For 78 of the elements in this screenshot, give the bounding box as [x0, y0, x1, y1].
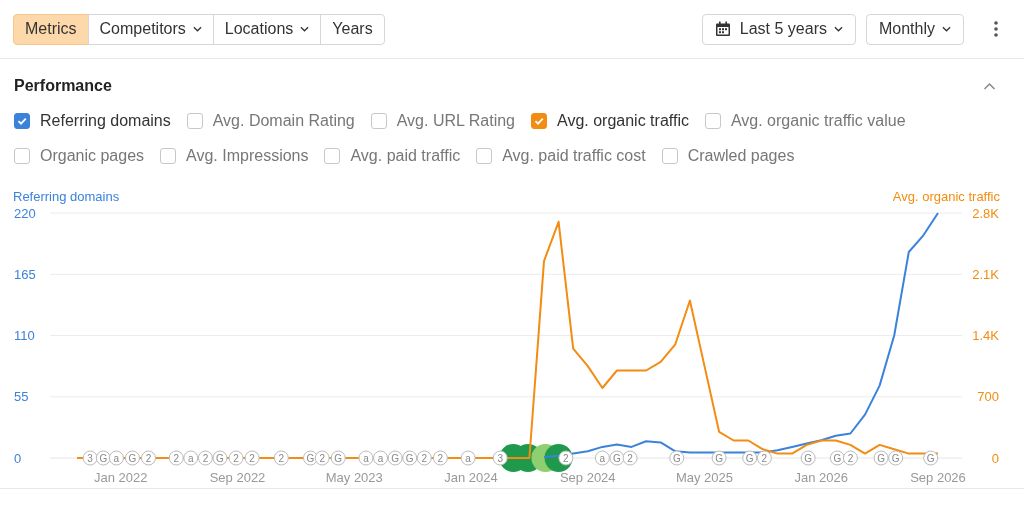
- check-icon: [533, 115, 545, 127]
- axis-tick-label: 55: [14, 389, 29, 405]
- metric-checkbox[interactable]: Avg. Impressions: [160, 147, 309, 165]
- metric-checkbox[interactable]: Avg. paid traffic: [324, 147, 461, 165]
- axis-tick-label: 0: [991, 450, 999, 466]
- metric-checkbox[interactable]: Avg. paid traffic cost: [476, 147, 646, 165]
- axis-tick-label: 2.1K: [972, 266, 999, 282]
- axis-tick-label: 700: [977, 389, 999, 405]
- segment-tab[interactable]: Locations: [212, 13, 322, 45]
- annotation-marker[interactable]: 2: [141, 450, 156, 466]
- calendar-icon: [714, 21, 731, 37]
- metric-checkbox[interactable]: Avg. Domain Rating: [186, 112, 355, 130]
- axis-title: Referring domains: [13, 189, 120, 204]
- axis-tick-label: 220: [14, 205, 36, 221]
- caret-icon: [942, 26, 951, 32]
- annotation-marker[interactable]: 3: [492, 450, 508, 466]
- annotation-marker[interactable]: 2: [842, 450, 858, 466]
- annotation-marker[interactable]: G: [330, 450, 346, 466]
- annotation-marker[interactable]: G: [124, 450, 140, 466]
- axis-tick-label: Jan 2022: [94, 470, 148, 485]
- axis-title: Avg. organic traffic: [892, 189, 1000, 204]
- annotation-marker[interactable]: G: [873, 450, 889, 466]
- annotation-marker[interactable]: G: [387, 450, 403, 466]
- annotation-marker[interactable]: 2: [197, 450, 213, 466]
- annotation-marker[interactable]: a: [460, 450, 476, 466]
- annotation-marker[interactable]: 2: [622, 450, 638, 466]
- axis-tick-label: 165: [14, 266, 36, 282]
- metric-checkbox[interactable]: Organic pages: [14, 147, 145, 165]
- annotation-marker[interactable]: a: [373, 450, 389, 466]
- annotation-marker[interactable]: a: [594, 450, 610, 466]
- annotation-marker[interactable]: a: [183, 450, 199, 466]
- axis-tick-label: Jan 2026: [794, 470, 848, 485]
- annotation-marker[interactable]: G: [800, 450, 816, 466]
- annotation-marker[interactable]: G: [923, 450, 939, 466]
- annotation-marker[interactable]: G: [609, 450, 625, 466]
- interval-dropdown[interactable]: Monthly: [865, 13, 964, 45]
- annotation-marker[interactable]: 2: [228, 450, 244, 466]
- annotation-marker[interactable]: 2: [558, 450, 574, 466]
- axis-tick-label: Jan 2024: [444, 470, 498, 485]
- annotation-marker[interactable]: 2: [314, 450, 330, 466]
- metric-checkbox[interactable]: Avg. URL Rating: [370, 112, 515, 130]
- section-title: Performance: [14, 77, 112, 95]
- metric-checkbox[interactable]: Referring domains: [14, 112, 171, 130]
- annotation-marker[interactable]: a: [358, 450, 374, 466]
- chevron-icon[interactable]: [983, 82, 996, 90]
- metric-checkbox[interactable]: Avg. organic traffic value: [704, 112, 906, 130]
- annotation-marker[interactable]: G: [742, 450, 758, 466]
- date-range-dropdown[interactable]: Last 5 years: [701, 13, 856, 45]
- axis-tick-label: 0: [14, 450, 22, 466]
- annotation-marker[interactable]: G: [888, 450, 904, 466]
- axis-tick-label: Sep 2024: [559, 470, 616, 485]
- annotation-marker[interactable]: 2: [416, 450, 432, 466]
- annotation-marker[interactable]: 2: [273, 450, 289, 466]
- axis-tick-label: May 2025: [675, 470, 734, 485]
- annotation-marker[interactable]: 3: [82, 450, 98, 466]
- axis-tick-label: Sep 2026: [910, 470, 966, 485]
- annotation-marker[interactable]: 2: [168, 450, 184, 466]
- caret-icon: [833, 26, 843, 32]
- annotation-marker[interactable]: a: [108, 450, 124, 466]
- axis-tick-label: Sep 2022: [209, 470, 266, 485]
- axis-tick-label: 1.4K: [972, 328, 999, 343]
- annotation-marker[interactable]: G: [402, 450, 418, 466]
- axis-tick-label: 110: [14, 328, 35, 343]
- annotation-marker[interactable]: G: [669, 450, 685, 466]
- axis-tick-label: 2.8K: [972, 205, 999, 221]
- metric-checkbox[interactable]: Crawled pages: [661, 147, 795, 165]
- segment-tab[interactable]: Metrics: [13, 13, 89, 45]
- annotation-marker[interactable]: G: [711, 450, 727, 466]
- annotation-marker[interactable]: 2: [244, 450, 260, 466]
- annotation-marker[interactable]: G: [212, 450, 228, 466]
- more-options-icon[interactable]: [994, 21, 998, 37]
- check-icon: [16, 115, 28, 127]
- annotation-marker[interactable]: 2: [756, 450, 772, 466]
- axis-tick-label: May 2023: [325, 470, 383, 485]
- segment-tab[interactable]: Competitors: [87, 13, 214, 45]
- annotation-marker[interactable]: 2: [432, 450, 448, 466]
- metric-checkbox[interactable]: Avg. organic traffic: [531, 112, 689, 130]
- segment-tab[interactable]: Years: [320, 13, 385, 45]
